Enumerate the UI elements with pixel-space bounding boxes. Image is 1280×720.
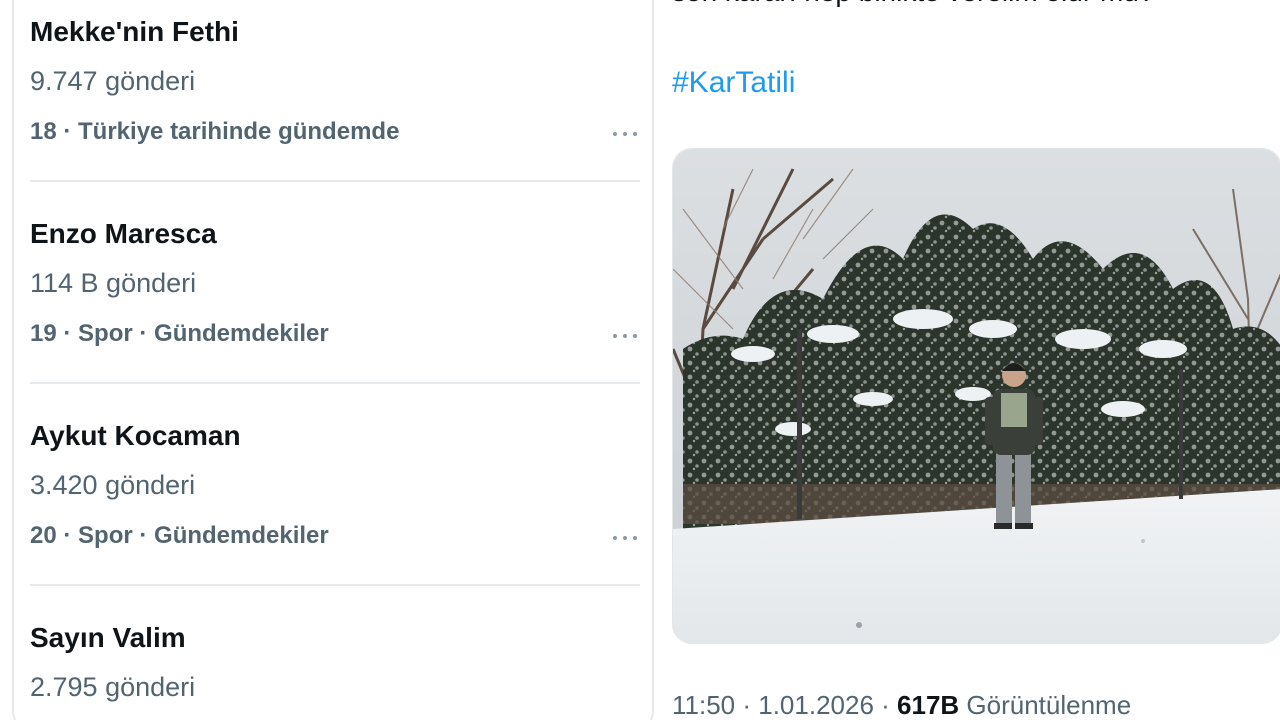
trend-post-count: 2.795 gönderi xyxy=(30,672,196,702)
trend-title: Aykut Kocaman xyxy=(30,420,241,451)
snow-scene-image xyxy=(673,149,1280,643)
trend-meta: 19 · Spor · Gündemdekiler xyxy=(30,320,329,347)
trend-title: Mekke'nin Fethi xyxy=(30,16,239,47)
trend-title: Enzo Maresca xyxy=(30,218,217,249)
hashtag-link[interactable]: #KarTatili xyxy=(672,66,795,100)
views-count: 617B xyxy=(897,690,960,720)
trend-title: Sayın Valim xyxy=(30,622,186,653)
separator: · xyxy=(735,690,759,720)
more-horizontal-icon[interactable] xyxy=(610,528,640,548)
divider xyxy=(30,382,640,384)
separator: · xyxy=(873,690,898,720)
trends-panel: Mekke'nin Fethi 9.747 gönderi 18 · Türki… xyxy=(12,0,654,720)
divider xyxy=(30,584,640,586)
screen: Mekke'nin Fethi 9.747 gönderi 18 · Türki… xyxy=(0,0,1280,720)
views-label: Görüntülenme xyxy=(959,690,1132,720)
trend-meta: 18 · Türkiye tarihinde gündemde xyxy=(30,118,400,145)
trend-meta: 20 · Spor · Gündemdekiler xyxy=(30,522,329,549)
trend-post-count: 3.420 gönderi xyxy=(30,470,196,500)
tweet-meta-footer: 11:50 · 1.01.2026 · 617B Görüntülenme xyxy=(672,690,1131,720)
tweet-photo[interactable] xyxy=(672,148,1280,644)
trend-post-count: 9.747 gönderi xyxy=(30,66,196,96)
tweet-time[interactable]: 11:50 xyxy=(672,690,735,720)
trend-post-count: 114 B gönderi xyxy=(30,268,197,298)
tweet-date[interactable]: 1.01.2026 xyxy=(758,690,874,720)
tweet-text: son kararı hep birlikte verelim olur mu? xyxy=(672,0,1154,8)
more-horizontal-icon[interactable] xyxy=(610,326,640,346)
more-horizontal-icon[interactable] xyxy=(610,124,640,144)
divider xyxy=(30,180,640,182)
